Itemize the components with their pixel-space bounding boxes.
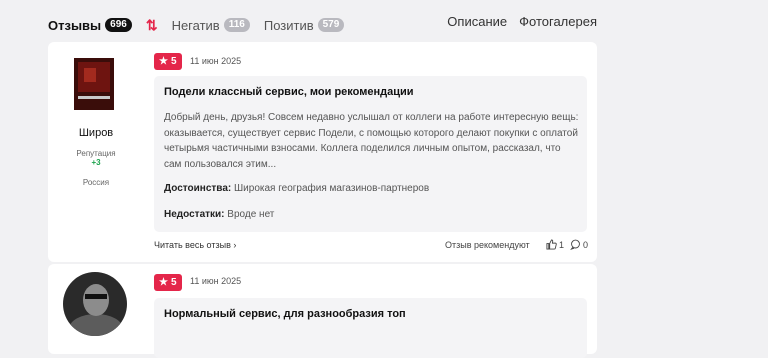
- review-date: 11 июн 2025: [190, 56, 242, 66]
- tab-reviews[interactable]: Отзывы 696: [48, 18, 132, 33]
- avatar[interactable]: [63, 272, 127, 336]
- review-card: ★ 5 11 июн 2025 Нормальный сервис, для р…: [48, 264, 597, 358]
- review-date: 11 июн 2025: [190, 276, 242, 286]
- sort-arrows-icon[interactable]: ⇅: [146, 17, 158, 34]
- likes-count: 1: [559, 239, 565, 250]
- star-icon: ★: [159, 277, 168, 288]
- comments-count: 0: [583, 239, 589, 250]
- header-links: Описание Фотогалерея: [435, 14, 597, 29]
- review-title[interactable]: Нормальный сервис, для разнообразия топ: [164, 308, 406, 320]
- tab-positive[interactable]: Позитив 579: [263, 17, 345, 33]
- cons-text: Вроде нет: [227, 209, 275, 220]
- thumbs-up-icon: [546, 239, 557, 250]
- rating-badge: ★ 5: [154, 274, 182, 291]
- review-body[interactable]: Подели классный сервис, мои рекомендации…: [154, 76, 587, 232]
- tab-reviews-count: 696: [105, 18, 132, 32]
- tab-negative[interactable]: Негатив 116: [172, 18, 250, 33]
- tab-positive-count: 579: [317, 18, 345, 32]
- chevron-right-icon: ›: [233, 240, 237, 250]
- gallery-link[interactable]: Фотогалерея: [519, 14, 597, 29]
- review-title[interactable]: Подели классный сервис, мои рекомендации: [164, 86, 414, 98]
- star-icon: ★: [159, 56, 168, 67]
- rating-value: 5: [170, 277, 177, 288]
- review-pros: Достоинства: Широкая география магазинов…: [164, 183, 429, 194]
- rating-badge: ★ 5: [154, 53, 182, 70]
- review-text: Добрый день, друзья! Совсем недавно услы…: [164, 112, 579, 170]
- cons-label: Недостатки:: [164, 209, 225, 220]
- like-button[interactable]: 1: [546, 239, 564, 250]
- tab-negative-label: Негатив: [171, 17, 220, 33]
- pros-label: Достоинства:: [164, 183, 232, 194]
- description-link[interactable]: Описание: [447, 14, 507, 29]
- tab-negative-count: 116: [223, 18, 250, 32]
- tab-positive-label: Позитив: [263, 17, 314, 33]
- reputation-label: Репутация: [76, 149, 116, 158]
- review-cons: Недостатки: Вроде нет: [164, 209, 274, 220]
- review-card: Широв Репутация +3 Россия ★ 5 11 июн 202…: [48, 42, 597, 262]
- read-more-label: Читать весь отзыв: [154, 240, 231, 250]
- avatar[interactable]: [74, 58, 114, 110]
- comment-icon: [570, 239, 581, 250]
- tab-reviews-label: Отзывы: [48, 17, 102, 33]
- reputation-value: +3: [91, 158, 101, 167]
- read-more-link[interactable]: Читать весь отзыв ›: [154, 240, 236, 250]
- review-body[interactable]: Нормальный сервис, для разнообразия топ: [154, 298, 587, 358]
- author-name[interactable]: Широв: [48, 127, 144, 139]
- author-city: Россия: [82, 178, 110, 187]
- pros-text: Широкая география магазинов-партнеров: [234, 183, 430, 194]
- rating-value: 5: [170, 56, 177, 67]
- recommend-label: Отзыв рекомендуют: [445, 240, 530, 250]
- comments-button[interactable]: 0: [570, 239, 588, 250]
